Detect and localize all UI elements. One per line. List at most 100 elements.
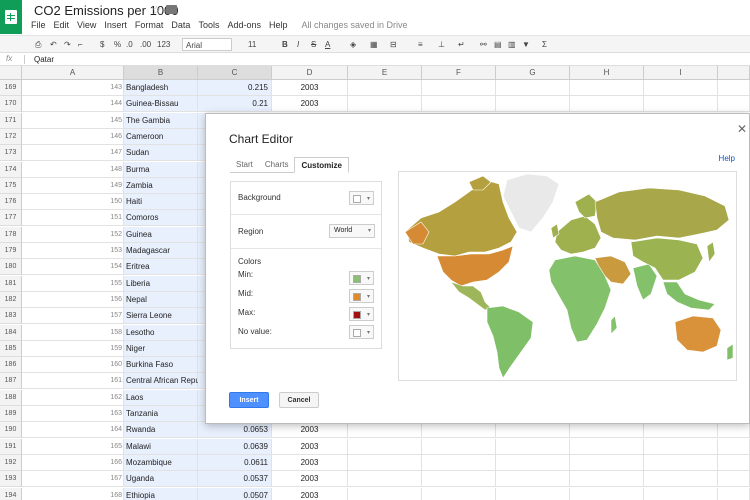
cell-i[interactable] <box>644 96 718 113</box>
row-number[interactable]: 179 <box>0 243 22 259</box>
cell-d-year[interactable]: 2003 <box>272 96 348 113</box>
menu-help[interactable]: Help <box>269 20 288 30</box>
menu-data[interactable]: Data <box>171 20 190 30</box>
font-size-select[interactable]: 11 <box>248 38 256 51</box>
percent-button[interactable]: % <box>114 38 121 51</box>
cell-c-value[interactable]: 0.21 <box>198 96 272 113</box>
cell-h[interactable] <box>570 454 644 471</box>
cell-h[interactable] <box>570 422 644 439</box>
novalue-color-button[interactable]: ▾ <box>349 325 374 339</box>
folder-icon[interactable] <box>166 5 177 14</box>
menu-file[interactable]: File <box>31 20 46 30</box>
cell-e[interactable] <box>348 487 422 500</box>
bold-button[interactable]: B <box>282 38 288 51</box>
cell-i[interactable] <box>644 422 718 439</box>
cell-g[interactable] <box>496 487 570 500</box>
row-number[interactable]: 176 <box>0 194 22 211</box>
cell-d-year[interactable]: 2003 <box>272 422 348 439</box>
cell-g[interactable] <box>496 422 570 439</box>
cell-e[interactable] <box>348 471 422 488</box>
row-number[interactable]: 190 <box>0 422 22 439</box>
min-color-button[interactable]: ▾ <box>349 271 374 285</box>
menu-edit[interactable]: Edit <box>54 20 70 30</box>
cell-e[interactable] <box>348 80 422 96</box>
cell-j[interactable] <box>718 80 750 96</box>
row-number[interactable]: 193 <box>0 471 22 488</box>
menu-format[interactable]: Format <box>135 20 164 30</box>
cell-j[interactable] <box>718 454 750 471</box>
cell-d-year[interactable]: 2003 <box>272 471 348 488</box>
insert-button[interactable]: Insert <box>229 392 269 408</box>
cell-c-value[interactable]: 0.0537 <box>198 471 272 488</box>
cell-j[interactable] <box>718 487 750 500</box>
functions-button[interactable]: Σ <box>542 38 547 51</box>
cell-d-year[interactable]: 2003 <box>272 80 348 96</box>
row-number[interactable]: 173 <box>0 145 22 162</box>
max-color-button[interactable]: ▾ <box>349 307 374 321</box>
column-header-i[interactable]: I <box>644 66 718 80</box>
row-number[interactable]: 175 <box>0 177 22 194</box>
row-number[interactable]: 172 <box>0 128 22 145</box>
select-all-corner[interactable] <box>0 66 22 80</box>
cell-d-year[interactable]: 2003 <box>272 438 348 455</box>
menu-view[interactable]: View <box>77 20 96 30</box>
cell-j[interactable] <box>718 96 750 113</box>
row-number[interactable]: 169 <box>0 80 22 96</box>
row-number[interactable]: 192 <box>0 454 22 471</box>
cell-f[interactable] <box>422 80 496 96</box>
column-header-h[interactable]: H <box>570 66 644 80</box>
column-header-d[interactable]: D <box>272 66 348 80</box>
cell-g[interactable] <box>496 471 570 488</box>
row-number[interactable]: 171 <box>0 112 22 129</box>
cell-i[interactable] <box>644 438 718 455</box>
cell-e[interactable] <box>348 454 422 471</box>
cell-c-value[interactable]: 0.0653 <box>198 422 272 439</box>
cell-f[interactable] <box>422 471 496 488</box>
text-color-button[interactable]: A <box>325 38 330 51</box>
row-number[interactable]: 189 <box>0 406 22 422</box>
cell-i[interactable] <box>644 454 718 471</box>
cell-i[interactable] <box>644 487 718 500</box>
background-color-button[interactable]: ▾ <box>349 191 374 205</box>
cell-f[interactable] <box>422 454 496 471</box>
cell-h[interactable] <box>570 471 644 488</box>
cell-f[interactable] <box>422 96 496 113</box>
cell-c-value[interactable]: 0.215 <box>198 80 272 96</box>
wrap-icon[interactable]: ↵ <box>458 38 465 51</box>
column-header-j[interactable] <box>718 66 750 80</box>
close-icon[interactable]: ✕ <box>737 122 747 136</box>
sheets-logo-icon[interactable] <box>0 0 22 34</box>
help-link[interactable]: Help <box>719 154 735 163</box>
cell-c-value[interactable]: 0.0639 <box>198 438 272 455</box>
cell-j[interactable] <box>718 438 750 455</box>
cell-g[interactable] <box>496 80 570 96</box>
cell-e[interactable] <box>348 438 422 455</box>
cell-g[interactable] <box>496 454 570 471</box>
font-select[interactable]: Arial <box>182 38 232 51</box>
cell-e[interactable] <box>348 422 422 439</box>
cell-g[interactable] <box>496 438 570 455</box>
cell-j[interactable] <box>718 471 750 488</box>
merge-cells-icon[interactable]: ⊟ <box>390 38 397 51</box>
cell-e[interactable] <box>348 96 422 113</box>
chart-icon[interactable]: ▥ <box>508 38 516 51</box>
menu-addons[interactable]: Add-ons <box>227 20 261 30</box>
row-number[interactable]: 184 <box>0 324 22 341</box>
valign-icon[interactable]: ⊥ <box>438 38 445 51</box>
row-number[interactable]: 194 <box>0 487 22 500</box>
print-icon[interactable]: ⎙ <box>35 38 41 51</box>
filter-icon[interactable]: ▼ <box>522 38 530 51</box>
link-icon[interactable]: ⚯ <box>480 38 487 51</box>
fill-color-icon[interactable]: ◈ <box>350 38 356 51</box>
cell-h[interactable] <box>570 487 644 500</box>
column-header-b[interactable]: B <box>124 66 198 80</box>
row-number[interactable]: 170 <box>0 96 22 113</box>
menu-insert[interactable]: Insert <box>104 20 127 30</box>
cell-h[interactable] <box>570 438 644 455</box>
strikethrough-button[interactable]: S <box>311 38 316 51</box>
cell-d-year[interactable]: 2003 <box>272 454 348 471</box>
cell-f[interactable] <box>422 487 496 500</box>
row-number[interactable]: 180 <box>0 259 22 276</box>
row-number[interactable]: 188 <box>0 389 22 406</box>
cell-i[interactable] <box>644 80 718 96</box>
